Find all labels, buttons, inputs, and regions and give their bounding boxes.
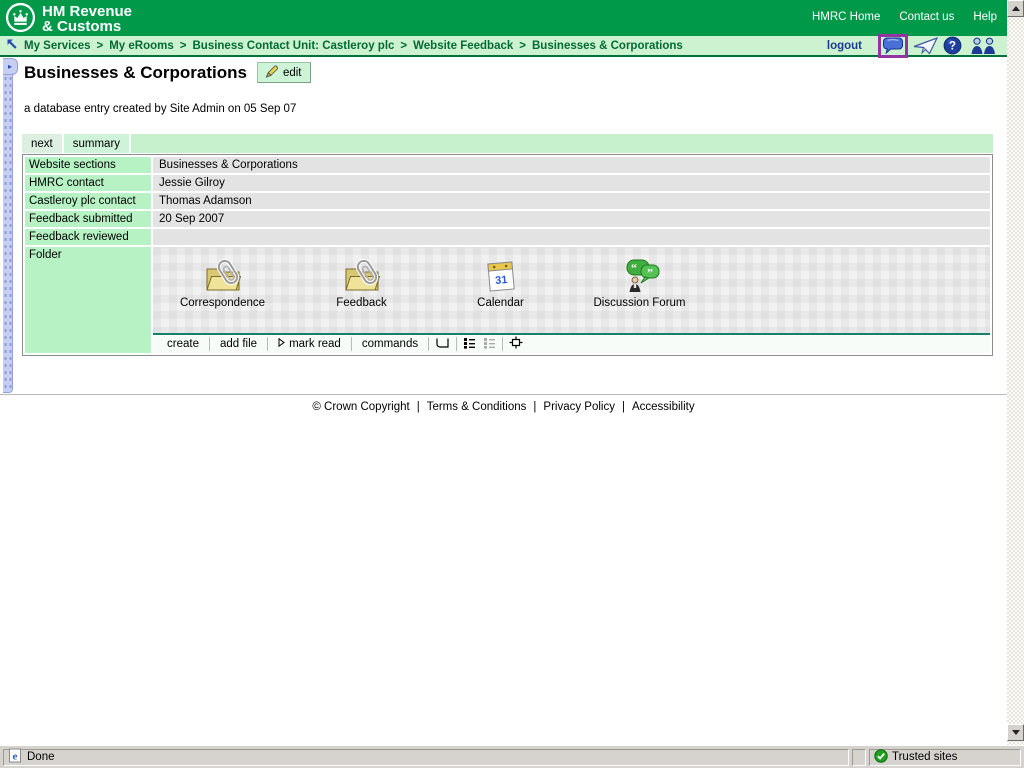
add-file-button[interactable]: add file	[210, 337, 268, 351]
row-value: Thomas Adamson	[153, 193, 990, 209]
accessibility-link[interactable]: Accessibility	[632, 401, 695, 413]
security-zone-text: Trusted sites	[892, 751, 957, 763]
create-button[interactable]: create	[157, 337, 210, 351]
tab-bar: next summary	[22, 134, 993, 153]
folder-item-discussion-forum[interactable]: “ ” Discussion Forum	[570, 254, 709, 333]
calendar-icon: 31	[484, 254, 518, 294]
eroom-content: next summary Website sections Businesses…	[22, 134, 993, 356]
triangle-right-icon	[278, 338, 285, 350]
ie-page-icon: e	[8, 748, 23, 766]
folder-command-bar: create add file mark read commands	[153, 335, 990, 353]
table-row: Website sections Businesses & Corporatio…	[25, 157, 990, 173]
tab-summary[interactable]: summary	[64, 134, 131, 153]
row-label: Castleroy plc contact	[25, 193, 151, 209]
hmrc-logo: HM Revenue & Customs	[5, 2, 132, 36]
crumb-my-services[interactable]: My Services	[24, 40, 91, 52]
pencil-icon	[264, 64, 278, 81]
row-value	[153, 229, 990, 245]
folder-item-label: Feedback	[336, 297, 387, 309]
arrow-down-icon	[1012, 730, 1020, 735]
svg-text:“: “	[631, 261, 637, 275]
folder-paperclip-icon	[342, 254, 382, 294]
row-label: Folder	[25, 247, 151, 353]
folder-row: Folder	[25, 247, 990, 353]
folder-items-panel: Correspondence	[153, 247, 990, 335]
entry-table: Website sections Businesses & Corporatio…	[22, 154, 993, 356]
table-row: Feedback reviewed	[25, 229, 990, 245]
privacy-policy-link[interactable]: Privacy Policy	[543, 401, 615, 413]
header-links: HMRC Home Contact us Help	[812, 11, 997, 23]
breadcrumb: My Services > My eRooms > Business Conta…	[6, 38, 683, 53]
breadcrumb-bar: My Services > My eRooms > Business Conta…	[0, 36, 1007, 57]
table-row: Feedback submitted 20 Sep 2007	[25, 211, 990, 227]
status-bar: e Done Trusted sites	[0, 745, 1024, 768]
row-value: 20 Sep 2007	[153, 211, 990, 227]
status-text: Done	[27, 751, 55, 763]
row-label: HMRC contact	[25, 175, 151, 191]
crumb-my-erooms[interactable]: My eRooms	[109, 40, 174, 52]
row-value: Businesses & Corporations	[153, 157, 990, 173]
arrow-up-icon	[1012, 6, 1020, 11]
hmrc-header: HM Revenue & Customs HMRC Home Contact u…	[0, 0, 1007, 36]
detail-list-view-icon[interactable]	[483, 337, 496, 352]
members-icon[interactable]	[970, 37, 997, 54]
tab-next[interactable]: next	[22, 134, 64, 153]
speech-bubble-icon[interactable]	[883, 37, 904, 54]
row-label: Feedback submitted	[25, 211, 151, 227]
discussion-forum-icon: “ ”	[619, 254, 661, 294]
help-question-icon[interactable]: ?	[943, 36, 962, 55]
crumb-business-contact-unit[interactable]: Business Contact Unit: Castleroy plc	[192, 40, 394, 52]
svg-text:e: e	[13, 751, 18, 763]
status-spacer-pane	[852, 749, 866, 766]
list-view-icon[interactable]	[463, 337, 476, 352]
folder-item-calendar[interactable]: 31 Calendar	[431, 254, 570, 333]
row-value: Jessie Gilroy	[153, 175, 990, 191]
svg-text:31: 31	[494, 274, 507, 287]
crumbbar-actions: logout ?	[827, 36, 999, 55]
page-divider	[0, 394, 1007, 395]
vertical-scrollbar[interactable]	[1007, 0, 1024, 745]
folder-item-label: Calendar	[477, 297, 524, 309]
svg-text:”: ”	[647, 266, 653, 280]
folder-item-label: Correspondence	[180, 297, 265, 309]
footer: © Crown Copyright|Terms & Conditions|Pri…	[0, 401, 1007, 413]
entry-byline: a database entry created by Site Admin o…	[24, 103, 296, 115]
scroll-down-button[interactable]	[1007, 724, 1024, 741]
row-label: Feedback reviewed	[25, 229, 151, 245]
contact-us-link[interactable]: Contact us	[899, 11, 954, 23]
drawer-expand-arrow-icon[interactable]: ▸	[3, 58, 18, 75]
crown-logo-icon	[5, 2, 36, 36]
status-pane: e Done	[3, 749, 849, 766]
security-zone-pane: Trusted sites	[869, 749, 1021, 766]
folder-item-label: Discussion Forum	[593, 297, 685, 309]
folder-item-feedback[interactable]: Feedback	[292, 254, 431, 333]
paper-plane-icon[interactable]	[913, 37, 939, 55]
table-row: HMRC contact Jessie Gilroy	[25, 175, 990, 191]
drawer-handle[interactable]	[3, 60, 13, 393]
crown-copyright-link[interactable]: © Crown Copyright	[312, 401, 409, 413]
row-label: Website sections	[25, 157, 151, 173]
logout-link[interactable]: logout	[827, 40, 862, 52]
page-title: Businesses & Corporations	[24, 63, 247, 83]
edit-button[interactable]: edit	[257, 62, 311, 83]
hmrc-home-link[interactable]: HMRC Home	[812, 11, 880, 23]
folder-paperclip-icon	[203, 254, 243, 294]
crumb-businesses-corporations[interactable]: Businesses & Corporations	[532, 40, 683, 52]
pane-view-icon[interactable]	[435, 337, 450, 352]
trusted-sites-icon	[874, 749, 888, 766]
table-row: Castleroy plc contact Thomas Adamson	[25, 193, 990, 209]
folder-cell: Correspondence	[153, 247, 990, 353]
folder-item-correspondence[interactable]: Correspondence	[153, 254, 292, 333]
logo-wordmark: HM Revenue & Customs	[42, 4, 132, 34]
help-link[interactable]: Help	[973, 11, 997, 23]
mark-read-button[interactable]: mark read	[268, 337, 352, 351]
svg-text:?: ?	[949, 41, 956, 53]
scroll-up-button[interactable]	[1007, 0, 1024, 17]
highlight-box	[878, 34, 908, 58]
fit-view-icon[interactable]	[509, 336, 523, 352]
terms-conditions-link[interactable]: Terms & Conditions	[427, 401, 527, 413]
crumb-website-feedback[interactable]: Website Feedback	[413, 40, 513, 52]
commands-button[interactable]: commands	[352, 337, 429, 351]
back-arrow-icon[interactable]	[6, 38, 18, 53]
